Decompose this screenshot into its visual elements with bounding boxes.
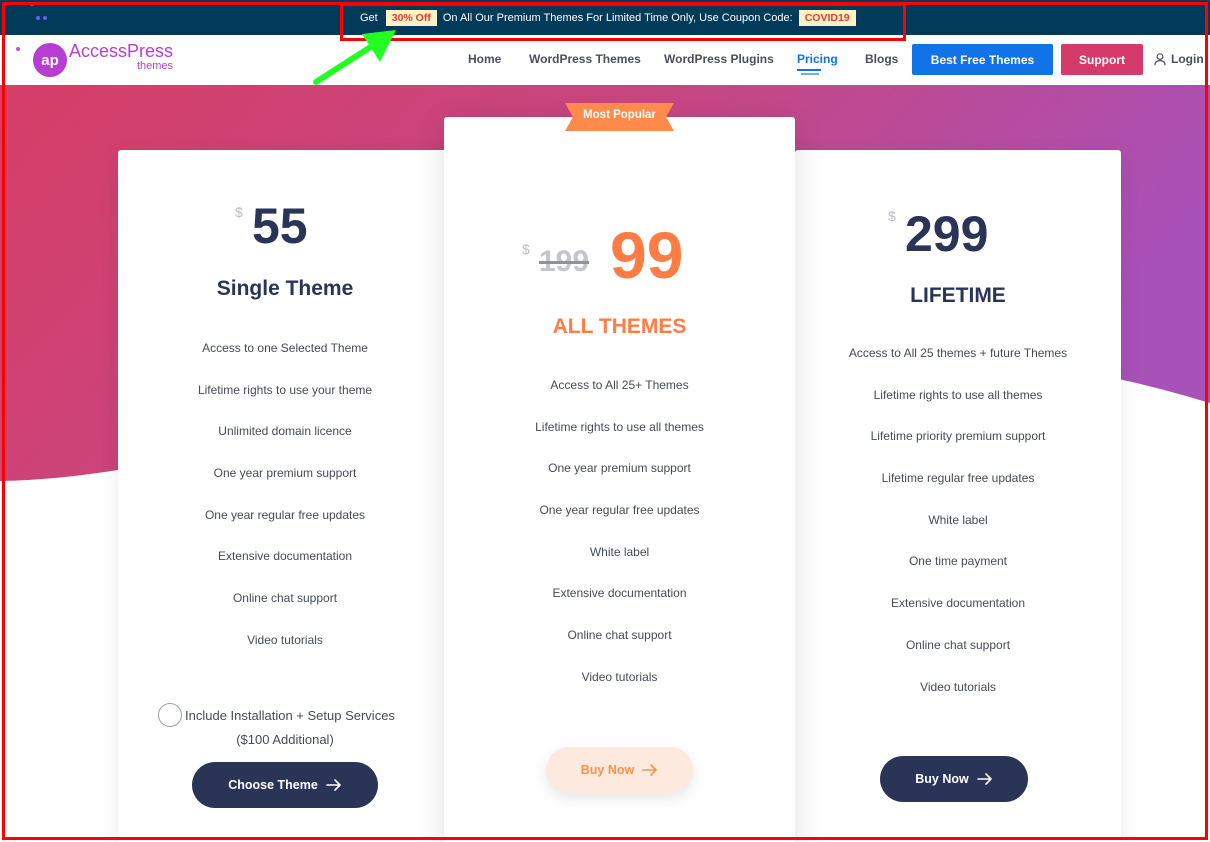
installation-addon[interactable]: Include Installation + Setup Services <box>158 703 395 727</box>
support-button[interactable]: Support <box>1061 44 1143 75</box>
green-arrow-icon <box>313 30 396 85</box>
feature-item: Lifetime rights to use all themes <box>535 419 704 434</box>
currency-symbol: $ <box>888 208 896 224</box>
promo-text: Get 30% Off On All Our Premium Themes Fo… <box>360 9 862 27</box>
arrow-right-icon <box>642 764 658 776</box>
feature-item: Video tutorials <box>581 669 658 684</box>
feature-item: Video tutorials <box>920 679 996 694</box>
decor-dot <box>16 47 20 51</box>
addon-price: ($100 Additional) <box>236 732 334 747</box>
login-label: Login <box>1171 52 1204 66</box>
feature-item: Unlimited domain licence <box>218 424 352 439</box>
feature-item: One time payment <box>908 554 1008 569</box>
choose-theme-button[interactable]: Choose Theme <box>192 762 378 808</box>
feature-item: Extensive documentation <box>217 549 353 564</box>
login-link[interactable]: Login <box>1154 52 1204 66</box>
site-logo[interactable]: ap AccessPress themes <box>33 40 173 77</box>
price: 99 <box>610 218 684 292</box>
feature-item: Lifetime rights to use your theme <box>197 382 373 397</box>
coupon-badge: COVID19 <box>798 10 856 26</box>
feature-item: Extensive documentation <box>890 596 1026 611</box>
buy-now-button-lifetime[interactable]: Buy Now <box>880 756 1028 802</box>
plan-name: LIFETIME <box>910 284 1006 307</box>
arrow-right-icon <box>325 779 341 791</box>
feature-item: One year regular free updates <box>539 503 700 518</box>
promo-message: On All Our Premium Themes For Limited Ti… <box>442 12 793 24</box>
logo-line2: themes <box>136 60 174 72</box>
pricing-card-all-themes: $ 199 99 ALL THEMES Access to All 25+ Th… <box>444 117 795 842</box>
feature-item: Online chat support <box>232 591 338 606</box>
plan-name: ALL THEMES <box>552 315 687 338</box>
old-price: 199 <box>539 245 590 278</box>
price: 55 <box>252 198 308 254</box>
feature-item: One year premium support <box>213 466 357 481</box>
plan-name: Single Theme <box>216 277 354 300</box>
buy-now-label: Buy Now <box>580 763 635 777</box>
feature-list: Access to one Selected Theme Lifetime ri… <box>118 341 452 675</box>
feature-list: Access to All 25+ Themes Lifetime rights… <box>444 378 795 712</box>
installation-radio[interactable] <box>158 703 182 727</box>
decor-dot <box>30 2 34 6</box>
feature-item: Video tutorials <box>247 632 323 647</box>
best-free-themes-button[interactable]: Best Free Themes <box>912 44 1053 75</box>
choose-theme-label: Choose Theme <box>228 778 318 792</box>
logo-line1: AccessPress <box>69 41 174 61</box>
feature-item: Online chat support <box>905 637 1011 652</box>
feature-list: Access to All 25 themes + future Themes … <box>795 346 1121 721</box>
feature-item: One year regular free updates <box>204 507 366 522</box>
addon-label: Include Installation + Setup Services <box>185 707 395 723</box>
feature-item: Lifetime regular free updates <box>881 471 1035 486</box>
feature-item: White label <box>928 512 988 527</box>
buy-now-label: Buy Now <box>915 772 969 786</box>
decor-dot <box>43 16 47 20</box>
buy-now-button-all-themes[interactable]: Buy Now <box>546 747 693 793</box>
ribbon-label: Most Popular <box>583 109 656 121</box>
nav-wordpress-themes[interactable]: WordPress Themes <box>529 52 641 66</box>
decor-dot <box>36 16 40 20</box>
price: 299 <box>905 206 989 262</box>
feature-item: Access to All 25+ Themes <box>550 378 689 392</box>
nav-home[interactable]: Home <box>468 52 501 66</box>
feature-item: Online chat support <box>567 628 672 643</box>
feature-item: White label <box>589 544 650 559</box>
pricing-card-lifetime: $ 299 LIFETIME Access to All 25 themes +… <box>795 150 1121 842</box>
logo-wordmark: AccessPress themes <box>69 40 173 72</box>
user-icon <box>1154 52 1166 65</box>
currency-symbol: $ <box>235 204 243 220</box>
nav-blogs[interactable]: Blogs <box>865 52 898 66</box>
discount-badge: 30% Off <box>385 10 437 26</box>
feature-item: Extensive documentation <box>552 586 687 601</box>
feature-item: Lifetime rights to use all themes <box>873 387 1043 402</box>
feature-item: Access to one Selected Theme <box>202 341 368 355</box>
logo-mark: ap <box>33 43 67 77</box>
feature-item: Lifetime priority premium support <box>870 429 1046 444</box>
arrow-right-icon <box>976 773 992 785</box>
nav-pricing[interactable]: Pricing <box>797 52 838 75</box>
currency-symbol: $ <box>522 241 530 257</box>
pricing-card-single: $ 55 Single Theme Access to one Selected… <box>118 150 452 842</box>
feature-item: One year premium support <box>548 461 691 476</box>
nav-wordpress-plugins[interactable]: WordPress Plugins <box>664 52 774 66</box>
feature-item: Access to All 25 themes + future Themes <box>848 346 1068 360</box>
most-popular-ribbon: Most Popular <box>565 103 674 131</box>
promo-prefix: Get <box>360 12 378 24</box>
site-header: ap AccessPress themes Home WordPress The… <box>0 35 1210 85</box>
